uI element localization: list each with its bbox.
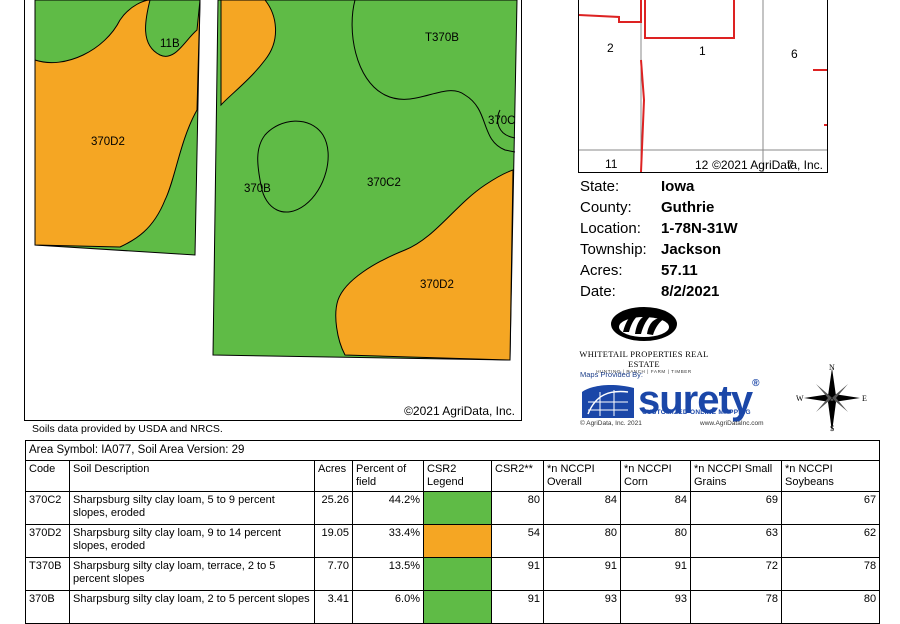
location-info: State: Iowa County: Guthrie Location: 1-78N… [580,176,738,302]
col-header: CSR2 Legend [423,460,492,492]
inset-map-graphic [579,0,827,172]
area-symbol: Area Symbol: IA077, Soil Area Version: 2… [24,440,881,461]
section-label: 12 [695,158,709,172]
col-header: Percent of field [352,460,424,492]
whitetail-logo: WHITETAIL PROPERTIES REAL ESTATE HUNTING… [576,302,712,374]
soil-label: 370C [488,115,516,127]
col-header: *n NCCPI Corn [620,460,691,492]
col-header: *n NCCPI Soybeans [780,460,881,492]
globe-icon [582,385,634,418]
col-header: *n NCCPI Overall [543,460,621,492]
soil-label: T370B [425,32,459,44]
legend-swatch [423,524,492,558]
soil-label: 370B [244,183,271,195]
section-label: 11 [605,157,618,171]
legend-swatch [423,491,492,525]
col-header: Soil Description [69,460,315,492]
info-row: County: Guthrie [580,199,715,216]
map-copyright: ©2021 AgriData, Inc. [404,404,515,418]
svg-text:N: N [829,363,835,372]
table-row: 370D2 Sharpsburg silty clay loam, 9 to 1… [25,524,881,558]
source-note: Soils data provided by USDA and NRCS. [32,423,223,435]
soil-map: 11B 370D2 T370B 370C 370B 370C2 370D2 ©2… [24,0,522,421]
soil-label: 370D2 [91,136,125,148]
section-label: 6 [791,47,798,61]
surety-logo: Maps Provided By: surety® CUSTOMIZED ONL… [580,370,764,427]
table-header: Code Soil Description Acres Percent of f… [25,460,881,492]
soil-label: 370D2 [420,279,454,291]
soil-map-graphic: 11B 370D2 T370B 370C 370B 370C2 370D2 [34,0,518,361]
svg-text:W: W [796,394,804,403]
info-row: State: Iowa [580,178,695,195]
legend-swatch [423,590,492,624]
parcel-outline [579,0,642,23]
info-row: Acres: 57.11 [580,262,698,279]
col-header: Acres [314,460,353,492]
table-row: 370B Sharpsburg silty clay loam, 2 to 5 … [25,590,881,624]
col-header: CSR2** [491,460,544,492]
section-label: 2 [607,41,614,55]
parcel-outline [644,0,735,39]
col-header: *n NCCPI Small Grains [690,460,782,492]
antler-icon [611,307,677,341]
soil-table: Area Symbol: IA077, Soil Area Version: 2… [24,440,881,624]
soil-label: 11B [160,38,180,50]
legend-swatch [423,557,492,591]
inset-copyright: ©2021 AgriData, Inc. [712,158,823,172]
compass-rose-icon: N W E S [796,363,867,433]
info-row: Date: 8/2/2021 [580,283,720,300]
col-header: Code [25,460,70,492]
soil-label: 370C2 [367,177,401,189]
section-label: 1 [699,44,706,58]
info-row: Location: 1-78N-31W [580,220,738,237]
table-row: 370C2 Sharpsburg silty clay loam, 5 to 9… [25,491,881,525]
info-row: Township: Jackson [580,241,722,258]
svg-text:E: E [862,394,867,403]
area-symbol-row: Area Symbol: IA077, Soil Area Version: 2… [24,440,881,461]
inset-map: 2 1 6 11 12 7 ©2021 AgriData, Inc. [578,0,828,173]
table-row: T370B Sharpsburg silty clay loam, terrac… [25,557,881,591]
